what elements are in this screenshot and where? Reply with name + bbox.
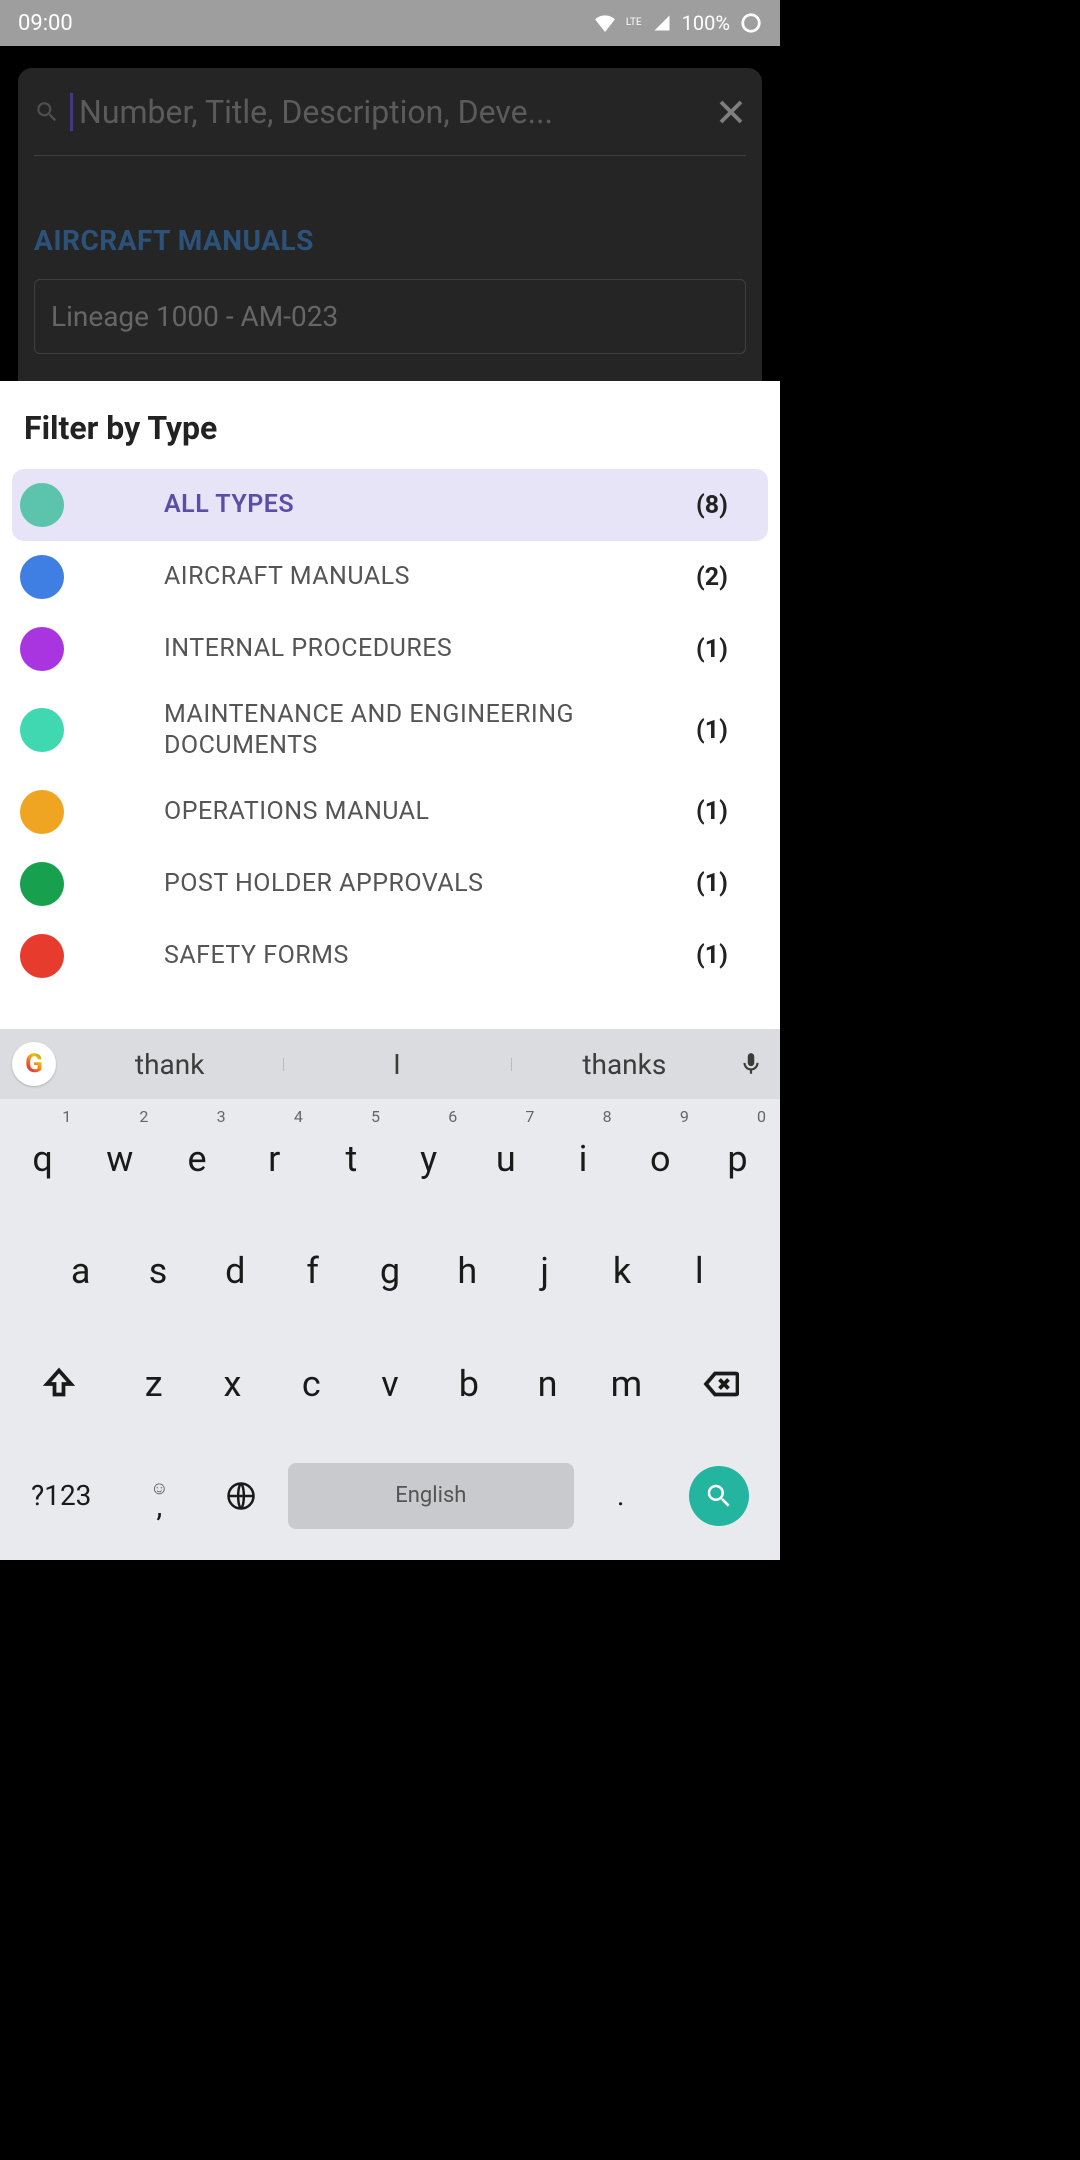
filter-label: MAINTENANCE AND ENGINEERING DOCUMENTS <box>164 699 696 762</box>
search-input[interactable]: Number, Title, Description, Deve... <box>70 93 716 131</box>
color-dot-icon <box>20 555 64 599</box>
color-dot-icon <box>20 934 64 978</box>
sheet-title: Filter by Type <box>0 409 780 469</box>
network-label: LTE <box>626 18 642 28</box>
filter-count: (1) <box>696 635 756 664</box>
filter-row[interactable]: ALL TYPES(8) <box>12 469 768 541</box>
filter-label: ALL TYPES <box>164 489 696 520</box>
filter-sheet: Filter by Type ALL TYPES(8)AIRCRAFT MANU… <box>0 381 780 1029</box>
close-icon[interactable] <box>716 97 746 127</box>
key-d[interactable]: d <box>197 1215 274 1327</box>
filter-count: (1) <box>696 941 756 970</box>
filter-count: (2) <box>696 563 756 592</box>
key-c[interactable]: c <box>272 1328 351 1440</box>
key-v[interactable]: v <box>351 1328 430 1440</box>
key-f[interactable]: f <box>274 1215 351 1327</box>
key-z[interactable]: z <box>114 1328 193 1440</box>
color-dot-icon <box>20 483 64 527</box>
list-item[interactable]: Lineage 1000 - AM-023 <box>34 279 746 354</box>
google-icon[interactable]: G <box>12 1042 56 1086</box>
battery-circle-icon <box>740 12 762 34</box>
filter-count: (1) <box>696 869 756 898</box>
color-dot-icon <box>20 862 64 906</box>
key-s[interactable]: s <box>119 1215 196 1327</box>
signal-icon <box>652 14 672 32</box>
filter-count: (8) <box>696 491 756 520</box>
color-dot-icon <box>20 790 64 834</box>
status-right: LTE 100% <box>594 11 762 35</box>
key-x[interactable]: x <box>193 1328 272 1440</box>
color-dot-icon <box>20 627 64 671</box>
filter-label: INTERNAL PROCEDURES <box>164 633 696 664</box>
key-j[interactable]: j <box>506 1215 583 1327</box>
key-h[interactable]: h <box>429 1215 506 1327</box>
filter-row[interactable]: SAFETY FORMS(1) <box>0 920 780 992</box>
filter-label: POST HOLDER APPROVALS <box>164 868 696 899</box>
search-row[interactable]: Number, Title, Description, Deve... <box>34 68 746 156</box>
key-q[interactable]: q1 <box>4 1103 81 1215</box>
key-g[interactable]: g <box>351 1215 428 1327</box>
filter-label: AIRCRAFT MANUALS <box>164 561 696 592</box>
filter-row[interactable]: OPERATIONS MANUAL(1) <box>0 776 780 848</box>
suggestion[interactable]: thanks <box>511 1048 738 1081</box>
key-i[interactable]: i8 <box>544 1103 621 1215</box>
filter-row[interactable]: INTERNAL PROCEDURES(1) <box>0 613 780 685</box>
keyboard: G thank I thanks q1w2e3r4t5y6u7i8o9p0 as… <box>0 1029 780 1560</box>
key-a[interactable]: a <box>42 1215 119 1327</box>
mic-icon[interactable] <box>738 1051 764 1077</box>
search-action-key[interactable] <box>662 1466 776 1526</box>
section-title: AIRCRAFT MANUALS <box>34 224 746 257</box>
backspace-key[interactable] <box>666 1328 776 1440</box>
period-key[interactable]: . <box>580 1440 662 1552</box>
key-w[interactable]: w2 <box>81 1103 158 1215</box>
color-dot-icon <box>20 708 64 752</box>
key-e[interactable]: e3 <box>158 1103 235 1215</box>
filter-label: SAFETY FORMS <box>164 940 696 971</box>
filter-row[interactable]: MAINTENANCE AND ENGINEERING DOCUMENTS(1) <box>0 685 780 776</box>
space-key[interactable]: English <box>288 1463 574 1529</box>
key-b[interactable]: b <box>429 1328 508 1440</box>
shift-key[interactable] <box>4 1328 114 1440</box>
suggestion[interactable]: thank <box>56 1048 283 1081</box>
status-bar: 09:00 LTE 100% <box>0 0 780 46</box>
filter-count: (1) <box>696 716 756 745</box>
key-n[interactable]: n <box>508 1328 587 1440</box>
key-p[interactable]: p0 <box>699 1103 776 1215</box>
filter-row[interactable]: POST HOLDER APPROVALS(1) <box>0 848 780 920</box>
suggestion[interactable]: I <box>283 1048 510 1081</box>
wifi-icon <box>594 14 616 32</box>
key-k[interactable]: k <box>583 1215 660 1327</box>
battery-text: 100% <box>682 11 730 35</box>
search-card: Number, Title, Description, Deve... AIRC… <box>18 68 762 381</box>
filter-count: (1) <box>696 797 756 826</box>
symbols-key[interactable]: ?123 <box>4 1440 118 1552</box>
search-icon <box>34 99 60 125</box>
key-t[interactable]: t5 <box>313 1103 390 1215</box>
key-l[interactable]: l <box>661 1215 738 1327</box>
filter-row[interactable]: AIRCRAFT MANUALS(2) <box>0 541 780 613</box>
key-y[interactable]: y6 <box>390 1103 467 1215</box>
filter-label: OPERATIONS MANUAL <box>164 796 696 827</box>
key-m[interactable]: m <box>587 1328 666 1440</box>
key-u[interactable]: u7 <box>467 1103 544 1215</box>
language-key[interactable] <box>200 1440 282 1552</box>
emoji-comma-key[interactable]: ☺, <box>118 1440 200 1552</box>
key-o[interactable]: o9 <box>622 1103 699 1215</box>
suggestion-bar: G thank I thanks <box>0 1029 780 1099</box>
status-time: 09:00 <box>18 11 73 36</box>
key-r[interactable]: r4 <box>236 1103 313 1215</box>
search-screen-backdrop: Number, Title, Description, Deve... AIRC… <box>0 46 780 381</box>
